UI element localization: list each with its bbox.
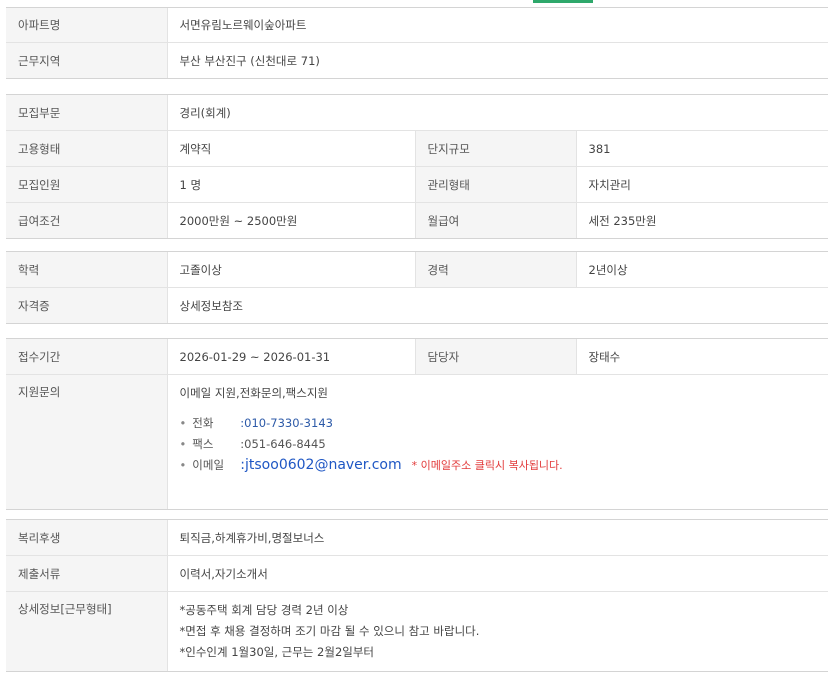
monthly-salary-label: 월급여 — [414, 202, 576, 239]
dept-value: 경리(회계) — [166, 94, 828, 131]
career-value: 2년이상 — [575, 251, 828, 288]
dept-label: 모집부문 — [6, 94, 167, 131]
phone-label: 전화 — [192, 416, 214, 430]
detail-line: *면접 후 채용 결정하며 조기 마감 될 수 있으니 참고 바랍니다. — [179, 624, 480, 638]
top-green-button[interactable] — [533, 0, 593, 3]
apartment-info-table: 아파트명 서면유림노르웨이숲아파트 근무지역 부산 부산진구 (신천대로 71) — [6, 7, 829, 79]
welfare-label: 복리후생 — [6, 519, 167, 556]
apt-name-label: 아파트명 — [6, 7, 167, 43]
detail-label: 상세정보[근무형태] — [6, 591, 167, 672]
detail-line: *인수인계 1월30일, 근무는 2월2일부터 — [179, 645, 375, 659]
email-copy-note: * 이메일주소 클릭시 복사됩니다. — [411, 459, 563, 472]
emp-type-value: 계약직 — [166, 130, 415, 167]
bullet-icon: • — [179, 437, 187, 451]
education-label: 학력 — [6, 251, 167, 288]
bullet-icon: • — [179, 416, 187, 430]
detail-cell: *공동주택 회계 담당 경력 2년 이상 *면접 후 채용 결정하며 조기 마감… — [166, 591, 828, 672]
work-region-value: 부산 부산진구 (신천대로 71) — [166, 42, 829, 79]
period-label: 접수기간 — [6, 338, 167, 375]
manager-label: 담당자 — [414, 338, 576, 375]
complex-size-label: 단지규모 — [414, 130, 576, 167]
docs-value: 이력서,자기소개서 — [166, 555, 828, 592]
salary-label: 급여조건 — [6, 202, 167, 239]
period-value: 2026-01-29 ~ 2026-01-31 — [166, 338, 415, 375]
education-value: 고졸이상 — [166, 251, 415, 288]
manager-value: 장태수 — [575, 338, 828, 375]
inquiry-value: 이메일 지원,전화문의,팩스지원 — [179, 386, 329, 400]
email-link[interactable]: :jtsoo0602@naver.com — [240, 457, 401, 473]
headcount-value: 1 명 — [166, 166, 415, 203]
fax-value: :051-646-8445 — [240, 437, 326, 451]
contact-email: • 이메일 :jtsoo0602@naver.com * 이메일주소 클릭시 복사됩니… — [180, 455, 817, 476]
welfare-value: 퇴직금,하계휴가비,명절보너스 — [166, 519, 828, 556]
career-label: 경력 — [414, 251, 576, 288]
mgmt-type-value: 자치관리 — [575, 166, 828, 203]
qualification-table: 학력 고졸이상 경력 2년이상 자격증 상세정보참조 — [6, 251, 828, 324]
work-region-label: 근무지역 — [6, 42, 167, 79]
complex-size-value: 381 — [575, 130, 828, 167]
emp-type-label: 고용형태 — [6, 130, 167, 167]
fax-label: 팩스 — [192, 437, 214, 451]
recruitment-table: 모집부문 경리(회계) 고용형태 계약직 단지규모 381 모집인원 1 명 관… — [6, 94, 828, 239]
salary-value: 2000만원 ~ 2500만원 — [166, 202, 415, 239]
detail-line: *공동주택 회계 담당 경력 2년 이상 — [179, 603, 349, 617]
bullet-icon: • — [179, 458, 187, 472]
inquiry-label: 지원문의 — [6, 374, 167, 510]
application-table: 접수기간 2026-01-29 ~ 2026-01-31 담당자 장태수 지원문… — [6, 338, 828, 510]
mgmt-type-label: 관리형태 — [414, 166, 576, 203]
phone-value[interactable]: :010-7330-3143 — [240, 416, 333, 430]
monthly-salary-value: 세전 235만원 — [575, 202, 828, 239]
certificate-label: 자격증 — [6, 287, 167, 324]
apt-name-value: 서면유림노르웨이숲아파트 — [166, 7, 829, 43]
contact-phone: • 전화 :010-7330-3143 — [180, 413, 817, 434]
contact-fax: • 팩스 :051-646-8445 — [180, 434, 817, 455]
email-label: 이메일 — [192, 458, 225, 472]
contact-list: • 전화 :010-7330-3143 • 팩스 :051-646-8445 • 이메일:… — [180, 413, 817, 476]
headcount-label: 모집인원 — [6, 166, 167, 203]
certificate-value: 상세정보참조 — [166, 287, 828, 324]
inquiry-cell: 이메일 지원,전화문의,팩스지원 • 전화 :010-7330-3143 • 팩스 :0… — [166, 374, 828, 510]
docs-label: 제출서류 — [6, 555, 167, 592]
benefits-table: 복리후생 퇴직금,하계휴가비,명절보너스 제출서류 이력서,자기소개서 상세정보… — [6, 519, 828, 672]
